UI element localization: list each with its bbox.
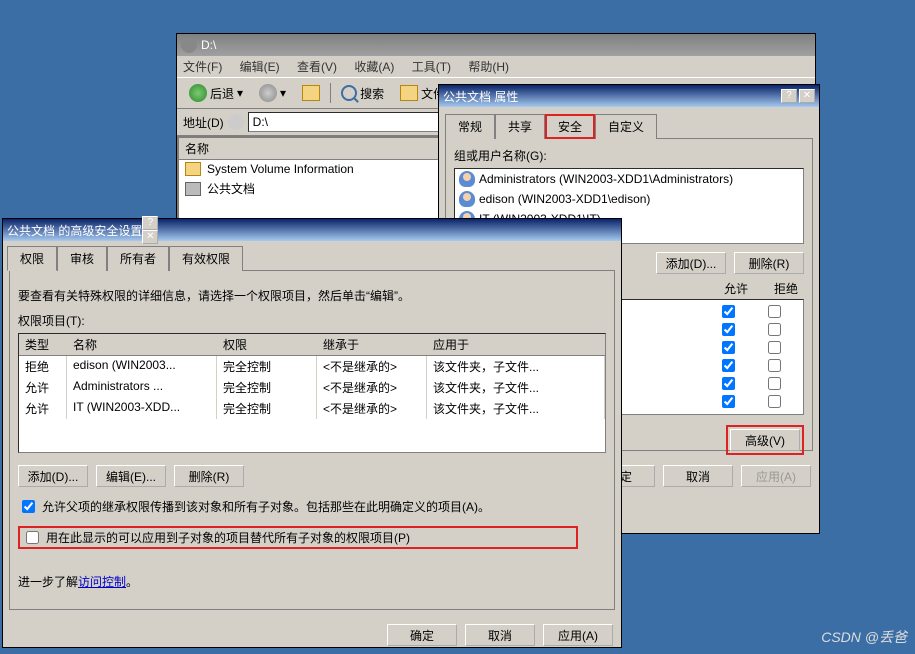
menu-help[interactable]: 帮助(H) [468, 60, 509, 74]
perm-items-label: 权限项目(T): [18, 312, 606, 329]
cancel-button[interactable]: 取消 [465, 624, 535, 646]
menu-tools[interactable]: 工具(T) [412, 60, 451, 74]
allow-checkbox[interactable] [722, 359, 735, 372]
perm-table[interactable]: 类型 名称 权限 继承于 应用于 拒绝 edison (WIN2003... 完… [18, 333, 606, 453]
search-button[interactable]: 搜索 [335, 82, 390, 105]
inherit-checkbox-row[interactable]: 允许父项的继承权限传播到该对象和所有子对象。包括那些在此明确定义的项目(A)。 [18, 497, 490, 516]
adv-panel: 要查看有关特殊权限的详细信息，请选择一个权限项目，然后单击“编辑”。 权限项目(… [9, 270, 615, 610]
inherit-checkbox[interactable] [22, 500, 35, 513]
allow-checkbox[interactable] [722, 323, 735, 336]
adv-titlebar[interactable]: 公共文档 的高级安全设置 ? ✕ [3, 219, 621, 241]
forward-button[interactable]: ▾ [253, 81, 292, 105]
tab-security[interactable]: 安全 [545, 114, 595, 139]
table-row[interactable]: 允许 IT (WIN2003-XDD... 完全控制 <不是继承的> 该文件夹，… [19, 398, 605, 419]
col-name[interactable]: 名称 [67, 334, 217, 355]
allow-checkbox[interactable] [722, 341, 735, 354]
apply-button[interactable]: 应用(A) [543, 624, 613, 646]
remove-user-button[interactable]: 删除(R) [734, 252, 804, 274]
deny-checkbox[interactable] [768, 377, 781, 390]
tab-share[interactable]: 共享 [495, 114, 545, 139]
deny-header: 拒绝 [774, 280, 798, 297]
group-users-label: 组或用户名称(G): [454, 147, 804, 164]
col-apply[interactable]: 应用于 [427, 334, 605, 355]
tab-permissions[interactable]: 权限 [7, 246, 57, 271]
deny-checkbox[interactable] [768, 359, 781, 372]
edit-perm-button[interactable]: 编辑(E)... [96, 465, 166, 487]
explorer-menubar: 文件(F) 编辑(E) 查看(V) 收藏(A) 工具(T) 帮助(H) [177, 56, 815, 77]
drive-icon [181, 37, 197, 53]
adv-title: 公共文档 的高级安全设置 [7, 222, 142, 239]
search-icon [341, 85, 357, 101]
cancel-button[interactable]: 取消 [663, 465, 733, 487]
deny-checkbox[interactable] [768, 323, 781, 336]
allow-header: 允许 [724, 280, 748, 297]
remove-perm-button[interactable]: 删除(R) [174, 465, 244, 487]
watermark: CSDN @丢爸 [821, 627, 907, 647]
back-button[interactable]: 后退 ▾ [183, 81, 249, 105]
explorer-title: D:\ [201, 38, 216, 52]
replace-checkbox[interactable] [26, 531, 39, 544]
menu-view[interactable]: 查看(V) [297, 60, 337, 74]
user-item[interactable]: edison (WIN2003-XDD1\edison) [455, 189, 803, 209]
table-header: 类型 名称 权限 继承于 应用于 [19, 334, 605, 356]
menu-fav[interactable]: 收藏(A) [354, 60, 394, 74]
menu-edit[interactable]: 编辑(E) [240, 60, 280, 74]
allow-checkbox[interactable] [722, 377, 735, 390]
add-user-button[interactable]: 添加(D)... [656, 252, 726, 274]
add-perm-button[interactable]: 添加(D)... [18, 465, 88, 487]
tab-custom[interactable]: 自定义 [595, 114, 657, 139]
folder-icon [185, 162, 201, 176]
tab-audit[interactable]: 审核 [57, 246, 107, 271]
user-item[interactable]: Administrators (WIN2003-XDD1\Administrat… [455, 169, 803, 189]
table-row[interactable]: 允许 Administrators ... 完全控制 <不是继承的> 该文件夹，… [19, 377, 605, 398]
col-inherit[interactable]: 继承于 [317, 334, 427, 355]
advanced-security-dialog: 公共文档 的高级安全设置 ? ✕ 权限 审核 所有者 有效权限 要查看有关特殊权… [2, 218, 622, 648]
close-button[interactable]: ✕ [142, 230, 158, 244]
tab-owner[interactable]: 所有者 [107, 246, 169, 271]
deny-checkbox[interactable] [768, 395, 781, 408]
folder-icon [185, 182, 201, 196]
forward-icon [259, 84, 277, 102]
advanced-button[interactable]: 高级(V) [730, 429, 800, 451]
drive-icon-small [228, 114, 244, 130]
user-icon [459, 171, 475, 187]
apply-button[interactable]: 应用(A) [741, 465, 811, 487]
address-label: 地址(D) [183, 114, 224, 131]
help-button[interactable]: ? [781, 89, 797, 103]
close-button[interactable]: ✕ [799, 89, 815, 103]
back-icon [189, 84, 207, 102]
col-perm[interactable]: 权限 [217, 334, 317, 355]
deny-checkbox[interactable] [768, 341, 781, 354]
props-titlebar[interactable]: 公共文档 属性 ? ✕ [439, 85, 819, 107]
adv-tabs: 权限 审核 所有者 有效权限 [3, 241, 621, 270]
props-title: 公共文档 属性 [443, 88, 518, 105]
props-tabs: 常规 共享 安全 自定义 [439, 107, 819, 138]
tab-effective[interactable]: 有效权限 [169, 246, 243, 271]
ok-button[interactable]: 确定 [387, 624, 457, 646]
user-icon [459, 191, 475, 207]
col-type[interactable]: 类型 [19, 334, 67, 355]
learn-more-row: 进一步了解访问控制。 [18, 573, 606, 590]
deny-checkbox[interactable] [768, 305, 781, 318]
table-row[interactable]: 拒绝 edison (WIN2003... 完全控制 <不是继承的> 该文件夹，… [19, 356, 605, 377]
allow-checkbox[interactable] [722, 305, 735, 318]
explorer-titlebar[interactable]: D:\ [177, 34, 815, 56]
replace-checkbox-row[interactable]: 用在此显示的可以应用到子对象的项目替代所有子对象的权限项目(P) [18, 526, 578, 549]
help-button[interactable]: ? [142, 216, 158, 230]
access-control-link[interactable]: 访问控制 [78, 575, 126, 589]
menu-file[interactable]: 文件(F) [183, 60, 222, 74]
up-button[interactable] [296, 82, 326, 104]
folders-icon [400, 85, 418, 101]
info-text: 要查看有关特殊权限的详细信息，请选择一个权限项目，然后单击“编辑”。 [18, 287, 606, 304]
allow-checkbox[interactable] [722, 395, 735, 408]
folder-up-icon [302, 85, 320, 101]
tab-general[interactable]: 常规 [445, 114, 495, 139]
